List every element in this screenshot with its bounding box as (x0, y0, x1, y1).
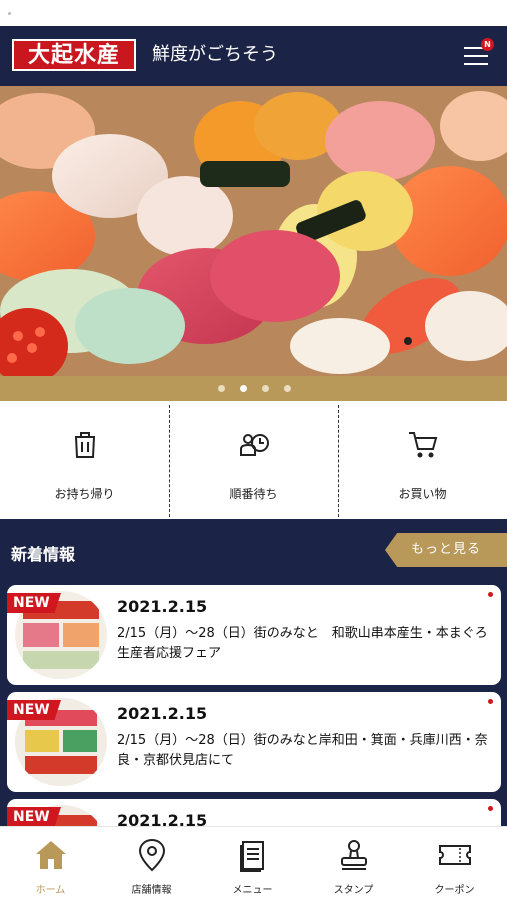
stamp-icon (340, 840, 367, 870)
queue-button[interactable]: 順番待ち (169, 401, 338, 519)
unread-dot-icon (488, 592, 493, 597)
carousel-dot[interactable] (218, 385, 225, 392)
news-headline: 2/15（月）～28（日）街のみなと岸和田・箕面・兵庫川西・奈良・京都伏見店にて (117, 733, 488, 768)
news-card[interactable]: NEW 2021.2.15 2/15（月）～28（日）街のみなと 和歌山串本産生… (7, 585, 501, 685)
tab-home-label: ホーム (35, 885, 66, 896)
brand-tagline: 鮮度がごちそう (152, 44, 278, 65)
shopping-button[interactable]: お買い物 (338, 401, 507, 519)
status-bar (0, 0, 507, 26)
tab-stamp[interactable]: スタンプ (303, 827, 404, 900)
app-header: 大起水産 鮮度がごちそう N (0, 26, 507, 86)
news-section-title: 新着情報 (11, 545, 76, 564)
menu-bar-icon (464, 55, 488, 57)
see-more-button[interactable]: もっと見る (385, 533, 507, 567)
bottom-tab-bar: ホーム 店舗情報 メニュー スタンプ クーポン (0, 826, 507, 900)
location-pin-icon (138, 838, 165, 872)
menu-document-icon (239, 841, 264, 872)
menu-bar-icon (464, 63, 488, 65)
shopping-cart-icon (408, 432, 437, 458)
tab-home[interactable]: ホーム (0, 827, 101, 900)
coupon-ticket-icon (438, 845, 471, 865)
news-headline: 2/15（月）～28（日）街のみなと 和歌山串本産生・本まぐろ生産者応援フェア (117, 626, 488, 661)
new-badge: NEW (7, 807, 61, 826)
quick-actions: お持ち帰り 順番待ち お買い物 (0, 401, 507, 519)
news-card[interactable]: NEW 2021.2.15 (7, 799, 501, 826)
tab-store-info-label: 店舗情報 (131, 885, 172, 896)
carousel-dot[interactable] (284, 385, 291, 392)
new-badge: NEW (7, 700, 61, 720)
tab-coupon-label: クーポン (434, 885, 475, 896)
hero-banner-image[interactable] (0, 86, 507, 376)
tab-store-info[interactable]: 店舗情報 (101, 827, 202, 900)
carousel-dot[interactable] (262, 385, 269, 392)
takeout-label: お持ち帰り (54, 487, 115, 501)
unread-dot-icon (488, 699, 493, 704)
sushi-platter-illustration (0, 86, 507, 376)
news-date: 2021.2.15 (117, 704, 208, 723)
carousel-pagination (0, 376, 507, 401)
new-badge: NEW (7, 593, 61, 613)
news-date: 2021.2.15 (117, 597, 208, 616)
brand-logo[interactable]: 大起水産 (12, 39, 136, 71)
status-indicator (8, 12, 11, 15)
home-icon (35, 841, 66, 869)
tab-stamp-label: スタンプ (333, 885, 374, 896)
news-section: 新着情報 もっと見る NEW 2021.2.15 2/15（月）～28（日）街の… (0, 519, 507, 826)
queue-label: 順番待ち (229, 487, 278, 501)
tab-coupon[interactable]: クーポン (404, 827, 505, 900)
news-date: 2021.2.15 (117, 811, 208, 826)
unread-dot-icon (488, 806, 493, 811)
shopping-label: お買い物 (398, 487, 447, 501)
queue-clock-icon (239, 434, 269, 456)
carousel-dot-active[interactable] (240, 385, 247, 392)
takeout-bag-icon (74, 432, 95, 458)
tab-menu-label: メニュー (232, 885, 273, 896)
menu-notification-badge: N (481, 38, 494, 51)
news-card[interactable]: NEW 2021.2.15 2/15（月）～28（日）街のみなと岸和田・箕面・兵… (7, 692, 501, 792)
tab-menu[interactable]: メニュー (202, 827, 303, 900)
takeout-button[interactable]: お持ち帰り (0, 401, 169, 519)
